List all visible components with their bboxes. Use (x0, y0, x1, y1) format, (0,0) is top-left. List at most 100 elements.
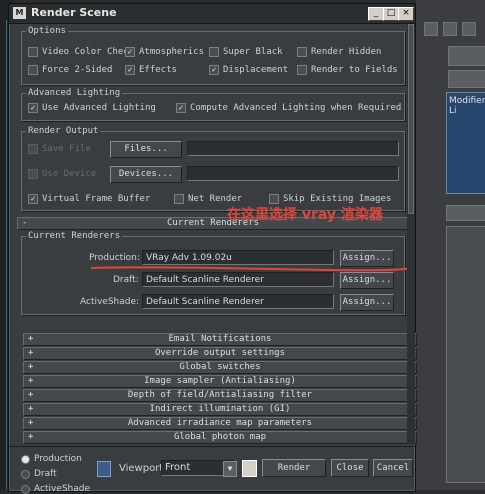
video-color-check-checkbox[interactable]: Video Color Check (28, 47, 134, 57)
panel-field[interactable] (448, 70, 485, 88)
skip-existing-images-checkbox[interactable]: Skip Existing Images (269, 194, 391, 204)
panel-toolbar[interactable] (446, 205, 485, 221)
chevron-down-icon[interactable]: ▼ (223, 461, 237, 477)
radio-label: Draft (34, 469, 57, 479)
effects-checkbox[interactable]: ✓ Effects (125, 65, 177, 75)
rollout-title: Override output settings (154, 348, 286, 358)
rollout-collapse-sign: - (22, 218, 28, 228)
rollout-expand-sign: + (28, 376, 34, 386)
radio-icon (21, 469, 30, 479)
checkmark-icon: ✓ (28, 103, 38, 113)
draft-renderer-label: Draft: (113, 275, 139, 285)
checkbox-box (28, 47, 38, 57)
rollout-expand-sign: + (28, 362, 34, 372)
checkbox-label: Render to Fields (311, 65, 398, 75)
use-device-checkbox[interactable]: Use Device (28, 169, 96, 179)
activeshade-radio[interactable]: ActiveShade (21, 484, 90, 494)
maximize-button[interactable]: □ (383, 7, 399, 21)
checkbox-label: Compute Advanced Lighting when Required (190, 103, 402, 113)
checkbox-label: Displacement (223, 65, 289, 75)
activeshade-renderer-field: Default Scanline Renderer (142, 294, 334, 309)
render-scene-dialog: M Render Scene _ □ × Options Video Color… (8, 3, 417, 494)
rollout-expand-sign: + (28, 432, 34, 442)
checkbox-label: Virtual Frame Buffer (42, 194, 151, 204)
device-field[interactable] (187, 166, 399, 181)
rollout-title: Advanced irradiance map parameters (127, 418, 313, 428)
checkbox-label: Save File (42, 144, 91, 154)
rollout-expand-sign: + (28, 334, 34, 344)
checkmark-icon: ✓ (209, 65, 219, 75)
super-black-checkbox[interactable]: Super Black (209, 47, 283, 57)
render-output-group: Render Output Save File Files... Use Dev… (21, 126, 405, 211)
panel-body (446, 226, 485, 483)
checkbox-label: Effects (139, 65, 177, 75)
atmospherics-checkbox[interactable]: ✓ Atmospherics (125, 47, 204, 57)
checkmark-icon: ✓ (176, 103, 186, 113)
rollout-expand-sign: + (28, 404, 34, 414)
files-button[interactable]: Files... (110, 141, 182, 158)
rollout-email-notifications[interactable]: + Email Notifications (23, 333, 417, 346)
advanced-lighting-label: Advanced Lighting (26, 88, 123, 98)
render-button[interactable]: Render (262, 459, 326, 477)
panel-field[interactable] (448, 46, 485, 66)
rollout-indirect-illumination[interactable]: + Indirect illumination (GI) (23, 403, 417, 416)
checkmark-icon: ✓ (125, 47, 135, 57)
rollout-title: Global photon map (173, 432, 267, 442)
checkbox-label: Force 2-Sided (42, 65, 113, 75)
checkbox-box (297, 47, 307, 57)
checkbox-box (209, 47, 219, 57)
virtual-frame-buffer-checkbox[interactable]: ✓ Virtual Frame Buffer (28, 194, 150, 204)
rollout-expand-sign: + (28, 418, 34, 428)
use-advanced-lighting-checkbox[interactable]: ✓ Use Advanced Lighting (28, 103, 156, 113)
panel-tab-icon[interactable] (462, 22, 476, 36)
compute-advanced-lighting-checkbox[interactable]: ✓ Compute Advanced Lighting when Required (176, 103, 401, 113)
force-2-sided-checkbox[interactable]: Force 2-Sided (28, 65, 112, 75)
rollout-title: Depth of field/Antialiasing filter (127, 390, 313, 400)
checkbox-label: Skip Existing Images (283, 194, 392, 204)
checkbox-label: Render Hidden (311, 47, 382, 57)
checkbox-label: Net Render (188, 194, 243, 204)
checkmark-icon: ✓ (28, 194, 38, 204)
panel-tab-icon[interactable] (424, 22, 438, 36)
displacement-checkbox[interactable]: ✓ Displacement (209, 65, 288, 75)
render-to-fields-checkbox[interactable]: Render to Fields (297, 65, 398, 75)
viewport-grid-line (6, 20, 7, 490)
render-hidden-checkbox[interactable]: Render Hidden (297, 47, 381, 57)
checkbox-label: Atmospherics (139, 47, 205, 57)
net-render-checkbox[interactable]: Net Render (174, 194, 242, 204)
checkbox-box (269, 194, 279, 204)
annotation-underline (90, 266, 416, 272)
rollout-global-photon-map[interactable]: + Global photon map (23, 431, 417, 444)
minimize-button[interactable]: _ (368, 7, 384, 21)
rollout-depth-of-field[interactable]: + Depth of field/Antialiasing filter (23, 389, 417, 402)
rollout-override-output-settings[interactable]: + Override output settings (23, 347, 417, 360)
save-file-path-field[interactable] (187, 141, 399, 156)
options-group: Options Video Color Check ✓ Atmospherics … (21, 26, 405, 85)
rollout-advanced-irradiance-map[interactable]: + Advanced irradiance map parameters (23, 417, 417, 430)
viewport-lock-button[interactable] (242, 460, 257, 477)
production-radio[interactable]: Production (21, 454, 82, 464)
draft-radio[interactable]: Draft (21, 469, 57, 479)
rollout-image-sampler[interactable]: + Image sampler (Antialiasing) (23, 375, 417, 388)
scrollbar-thumb[interactable] (408, 24, 414, 214)
save-file-checkbox[interactable]: Save File (28, 144, 91, 154)
close-button[interactable]: Close (331, 459, 369, 477)
panel-tab-icon[interactable] (443, 22, 457, 36)
radio-icon (21, 484, 30, 494)
lock-viewport-icon[interactable] (97, 461, 111, 477)
rollout-title: Indirect illumination (GI) (149, 404, 291, 414)
close-window-button[interactable]: × (398, 7, 414, 21)
modifier-list[interactable]: Modifier Li (446, 92, 485, 194)
cancel-button[interactable]: Cancel (373, 459, 413, 477)
activeshade-assign-button[interactable]: Assign... (340, 294, 394, 311)
viewport-label: Viewport: (119, 463, 167, 474)
advanced-lighting-group: Advanced Lighting ✓ Use Advanced Lighting… (21, 88, 405, 121)
rollout-global-switches[interactable]: + Global switches (23, 361, 417, 374)
radio-selected-icon (21, 454, 30, 464)
activeshade-renderer-label: ActiveShade: (80, 297, 140, 307)
checkbox-box (28, 144, 38, 154)
devices-button[interactable]: Devices... (110, 166, 182, 183)
title-bar[interactable]: M Render Scene _ □ × (9, 4, 415, 24)
modifier-list-label: Modifier Li (449, 96, 485, 116)
checkbox-label: Video Color Check (42, 47, 135, 57)
